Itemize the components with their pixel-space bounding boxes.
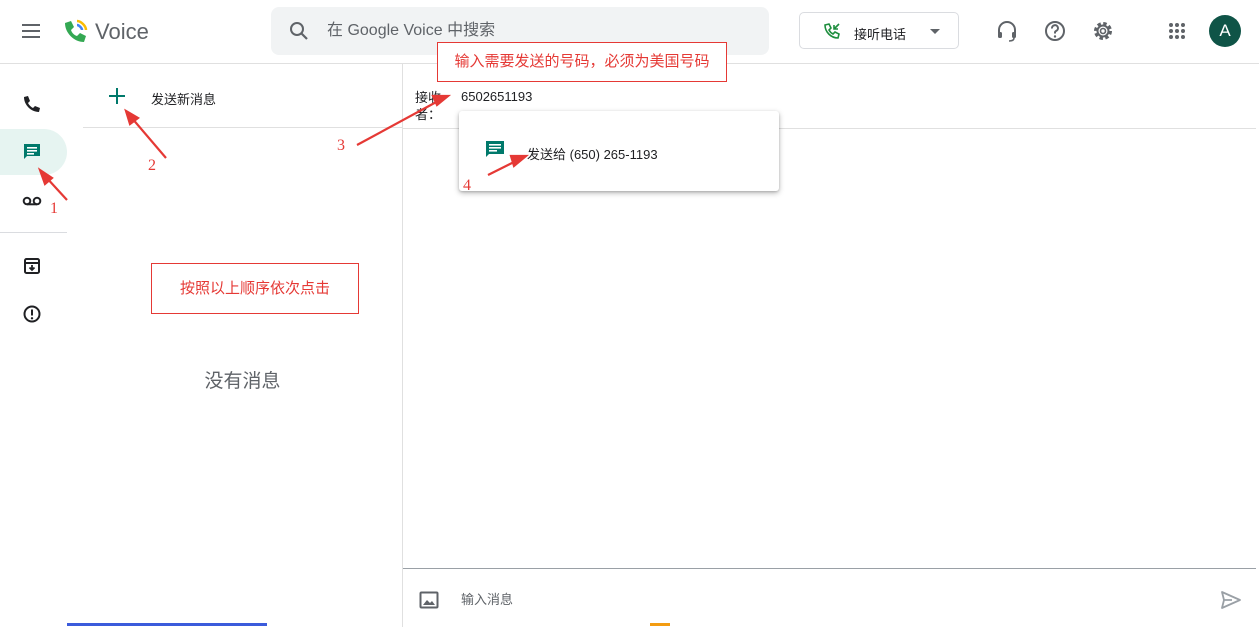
message-input-bar	[403, 568, 1256, 627]
recipient-suggestion[interactable]: 发送给 (650) 265-1193	[459, 111, 779, 191]
voicemail-icon	[22, 196, 42, 206]
apps-grid-icon[interactable]	[1164, 18, 1190, 44]
answer-calls-label: 接听电话	[854, 27, 907, 42]
background-strip	[67, 623, 267, 626]
recipient-label: 接收者：	[415, 90, 442, 122]
conversation-list: 发送新消息 没有消息	[83, 64, 403, 627]
answer-calls-button[interactable]: 接听电话	[799, 12, 959, 49]
nav-spam[interactable]	[0, 291, 67, 337]
search-icon[interactable]	[287, 19, 311, 43]
send-new-message-label: 发送新消息	[151, 92, 217, 107]
annotation-step-4: 4	[463, 177, 471, 194]
message-input[interactable]	[461, 587, 1161, 611]
send-icon[interactable]	[1219, 588, 1243, 612]
voice-app: Voice 接听电话	[0, 0, 1259, 627]
help-icon[interactable]	[1042, 18, 1068, 44]
empty-state-text: 没有消息	[204, 371, 281, 392]
annotation-step-1: 1	[50, 200, 58, 217]
send-new-message-button[interactable]: 发送新消息	[83, 64, 402, 128]
annotation-box-number-hint: 输入需要发送的号码，必须为美国号码	[437, 42, 727, 82]
insert-image-icon[interactable]	[418, 589, 440, 611]
app-name: Voice	[95, 19, 149, 44]
add-icon	[109, 88, 125, 104]
settings-gear-icon[interactable]	[1090, 18, 1116, 44]
annotation-step-2: 2	[148, 157, 156, 174]
annotation-step-3: 3	[337, 137, 345, 154]
message-icon	[486, 141, 504, 157]
incoming-call-icon	[824, 23, 840, 39]
nav-divider	[0, 232, 67, 233]
spam-icon	[23, 305, 41, 323]
recipient-input[interactable]	[461, 85, 761, 107]
support-headset-icon[interactable]	[994, 18, 1020, 44]
archive-icon	[24, 258, 40, 274]
account-avatar[interactable]: A	[1209, 15, 1241, 47]
chevron-down-icon	[930, 29, 940, 34]
main-menu-icon[interactable]	[19, 20, 43, 44]
phone-icon	[24, 96, 40, 112]
compose-pane: 接收者： 发送给 (650) 265-1193	[403, 64, 1256, 627]
nav-calls[interactable]	[0, 81, 67, 127]
nav-archive[interactable]	[0, 243, 67, 289]
suggestion-label: 发送给 (650) 265-1193	[527, 147, 658, 162]
background-strip	[650, 623, 670, 626]
annotation-box-instructions: 按照以上顺序依次点击	[151, 263, 359, 314]
nav-messages[interactable]	[0, 129, 67, 175]
message-icon	[24, 144, 40, 159]
voice-logo-icon	[65, 19, 88, 42]
